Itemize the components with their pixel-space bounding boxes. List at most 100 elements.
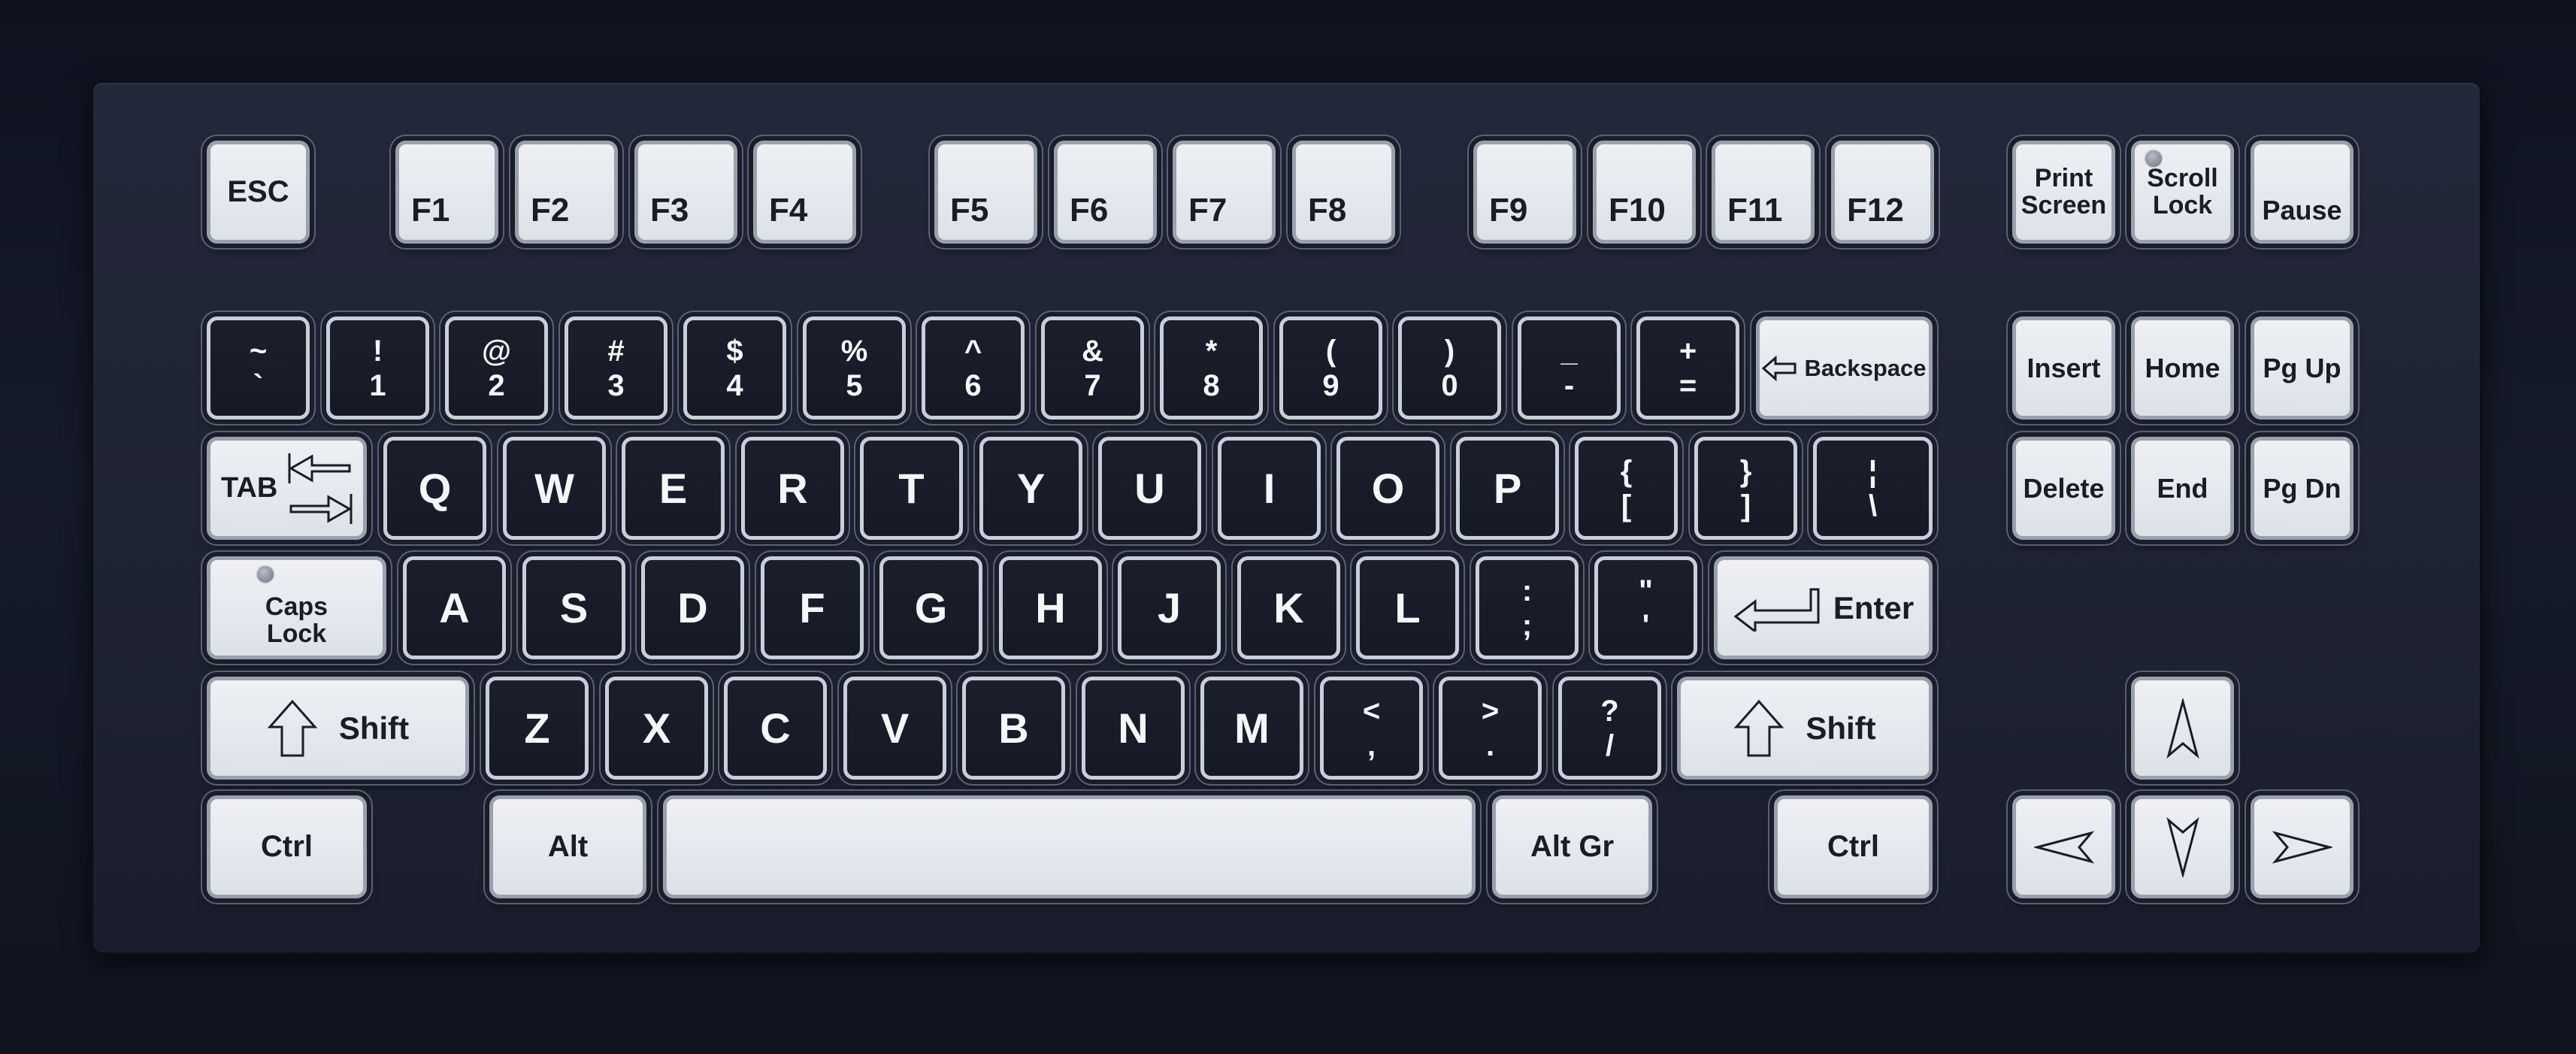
key-semicolon[interactable]: :; bbox=[1476, 556, 1579, 659]
key-tab[interactable]: TAB bbox=[207, 437, 367, 540]
scroll-lock-led bbox=[2145, 150, 2162, 167]
key-7-bottom: 7 bbox=[1084, 368, 1101, 402]
key-equals-bottom: = bbox=[1678, 368, 1697, 402]
key-left-alt[interactable]: Alt bbox=[489, 795, 646, 898]
key-f12[interactable]: F12 bbox=[1831, 141, 1934, 244]
key-insert[interactable]: Insert bbox=[2012, 317, 2115, 419]
key-2[interactable]: @2 bbox=[445, 317, 548, 419]
key-v[interactable]: V bbox=[843, 677, 946, 780]
key-delete[interactable]: Delete bbox=[2012, 437, 2115, 540]
key-left-bracket-bottom: [ bbox=[1621, 489, 1632, 522]
key-q-label: Q bbox=[418, 465, 452, 512]
key-h[interactable]: H bbox=[999, 556, 1102, 659]
key-b[interactable]: B bbox=[962, 677, 1065, 780]
key-left-shift[interactable]: Shift bbox=[207, 677, 469, 780]
key-comma[interactable]: <, bbox=[1320, 677, 1423, 780]
key-f11[interactable]: F11 bbox=[1712, 141, 1815, 244]
key-f8[interactable]: F8 bbox=[1292, 141, 1395, 244]
key-5[interactable]: % 5 bbox=[803, 317, 906, 419]
key-f5[interactable]: F5 bbox=[934, 141, 1037, 244]
key-f12-label: F12 bbox=[1847, 192, 1904, 229]
key-f2[interactable]: F2 bbox=[515, 141, 618, 244]
key-f9[interactable]: F9 bbox=[1473, 141, 1576, 244]
key-r[interactable]: R bbox=[741, 437, 844, 540]
key-scroll-lock[interactable]: Scroll Lock bbox=[2131, 141, 2234, 244]
key-quote[interactable]: " ' bbox=[1594, 556, 1697, 659]
key-7[interactable]: & 7 bbox=[1041, 317, 1144, 419]
key-6[interactable]: ^ 6 bbox=[922, 317, 1025, 419]
key-4[interactable]: $4 bbox=[683, 317, 786, 419]
key-f7[interactable]: F7 bbox=[1173, 141, 1276, 244]
key-a[interactable]: A bbox=[403, 556, 506, 659]
key-f[interactable]: F bbox=[761, 556, 864, 659]
key-home-label: Home bbox=[2145, 352, 2220, 383]
key-equals[interactable]: + = bbox=[1636, 317, 1739, 419]
key-space[interactable] bbox=[663, 795, 1476, 898]
key-1[interactable]: ! 1 bbox=[326, 317, 429, 419]
key-enter[interactable]: Enter bbox=[1714, 556, 1933, 659]
key-2-bottom: 2 bbox=[488, 368, 505, 402]
key-s[interactable]: S bbox=[522, 556, 625, 659]
key-right-bracket[interactable]: }] bbox=[1694, 437, 1797, 540]
key-f11-label: F11 bbox=[1727, 192, 1783, 229]
key-minus[interactable]: _ - bbox=[1518, 317, 1621, 419]
key-arrow-right[interactable] bbox=[2251, 795, 2354, 898]
key-u[interactable]: U bbox=[1098, 437, 1201, 540]
key-e-label: E bbox=[658, 465, 688, 512]
key-v-label: V bbox=[880, 704, 910, 752]
key-print-screen-line1: Print bbox=[2034, 163, 2093, 192]
key-d[interactable]: D bbox=[641, 556, 744, 659]
key-esc[interactable]: ESC bbox=[207, 141, 310, 244]
key-3[interactable]: #3 bbox=[565, 317, 667, 419]
key-backspace[interactable]: Backspace bbox=[1756, 317, 1933, 419]
key-k[interactable]: K bbox=[1237, 556, 1340, 659]
key-f1[interactable]: F1 bbox=[395, 141, 498, 244]
key-f10[interactable]: F10 bbox=[1593, 141, 1696, 244]
key-c[interactable]: C bbox=[724, 677, 827, 780]
key-g[interactable]: G bbox=[879, 556, 982, 659]
key-f3[interactable]: F3 bbox=[634, 141, 737, 244]
key-5-top: % bbox=[840, 334, 868, 368]
key-arrow-up[interactable] bbox=[2131, 677, 2234, 780]
key-arrow-left[interactable] bbox=[2012, 795, 2115, 898]
key-z[interactable]: Z bbox=[486, 677, 589, 780]
key-arrow-down[interactable] bbox=[2131, 795, 2234, 898]
key-x[interactable]: X bbox=[605, 677, 708, 780]
key-f7-label: F7 bbox=[1188, 192, 1227, 229]
key-w[interactable]: W bbox=[503, 437, 606, 540]
key-f6[interactable]: F6 bbox=[1054, 141, 1157, 244]
key-backtick[interactable]: ~ ` bbox=[207, 317, 310, 419]
key-left-bracket[interactable]: {[ bbox=[1575, 437, 1678, 540]
key-m[interactable]: M bbox=[1200, 677, 1303, 780]
key-i[interactable]: I bbox=[1218, 437, 1321, 540]
key-home[interactable]: Home bbox=[2131, 317, 2234, 419]
key-e[interactable]: E bbox=[622, 437, 725, 540]
key-t[interactable]: T bbox=[860, 437, 963, 540]
key-n[interactable]: N bbox=[1082, 677, 1185, 780]
key-right-ctrl[interactable]: Ctrl bbox=[1774, 795, 1933, 898]
key-8[interactable]: * 8 bbox=[1160, 317, 1263, 419]
key-j[interactable]: J bbox=[1118, 556, 1221, 659]
key-print-screen[interactable]: Print Screen bbox=[2012, 141, 2115, 244]
key-page-down[interactable]: Pg Dn bbox=[2251, 437, 2354, 540]
key-left-ctrl[interactable]: Ctrl bbox=[207, 795, 367, 898]
key-9-bottom: 9 bbox=[1322, 368, 1339, 402]
key-period[interactable]: >. bbox=[1439, 677, 1542, 780]
key-l[interactable]: L bbox=[1356, 556, 1459, 659]
key-p[interactable]: P bbox=[1456, 437, 1559, 540]
key-9[interactable]: (9 bbox=[1279, 317, 1382, 419]
key-pause[interactable]: Pause bbox=[2251, 141, 2354, 244]
key-o[interactable]: O bbox=[1336, 437, 1439, 540]
key-f10-label: F10 bbox=[1609, 192, 1666, 229]
key-f4[interactable]: F4 bbox=[753, 141, 856, 244]
key-page-up[interactable]: Pg Up bbox=[2251, 317, 2354, 419]
key-slash[interactable]: ? / bbox=[1558, 677, 1661, 780]
key-alt-gr[interactable]: Alt Gr bbox=[1492, 795, 1652, 898]
key-end[interactable]: End bbox=[2131, 437, 2234, 540]
key-caps-lock[interactable]: Caps Lock bbox=[207, 556, 386, 659]
key-backslash[interactable]: ¦ \ bbox=[1813, 437, 1933, 540]
key-right-shift[interactable]: Shift bbox=[1677, 677, 1933, 780]
key-0[interactable]: ) 0 bbox=[1398, 317, 1501, 419]
key-q[interactable]: Q bbox=[383, 437, 486, 540]
key-y[interactable]: Y bbox=[979, 437, 1082, 540]
